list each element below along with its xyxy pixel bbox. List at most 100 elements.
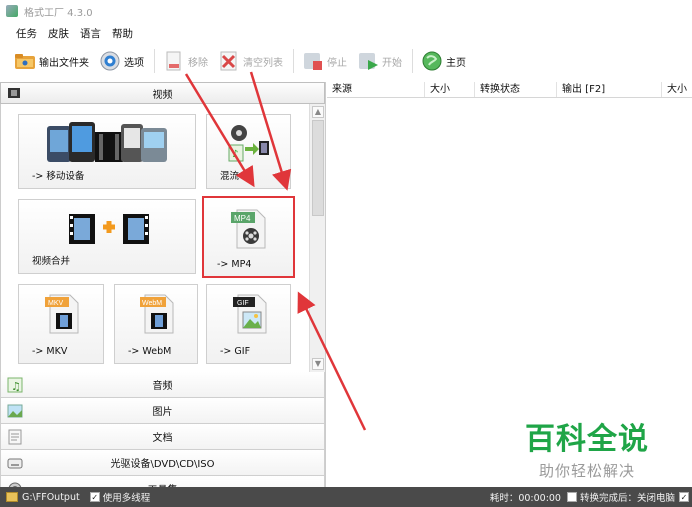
tile-label: 混流: [220, 171, 240, 182]
clear-list-label: 清空列表: [243, 57, 283, 69]
multithread-label: 使用多线程: [102, 493, 151, 504]
tile-mux[interactable]: ♪ 混流: [206, 114, 291, 189]
home-label: 主页: [446, 57, 466, 69]
remove-button[interactable]: 移除: [163, 47, 208, 75]
svg-text:♪: ♪: [232, 149, 238, 160]
extra-checkbox[interactable]: ✓: [679, 492, 689, 502]
multithread-checkbox[interactable]: ✓: [89, 492, 100, 502]
clear-icon: [218, 50, 240, 72]
document-icon: [7, 429, 23, 445]
scroll-up-icon[interactable]: ▲: [312, 106, 324, 118]
mkv-file-icon: MKV: [45, 294, 79, 334]
category-disc-label: 光驱设备\DVD\CD\ISO: [110, 459, 215, 470]
tile-label: -> MP4: [217, 259, 252, 270]
disc-drive-icon: [7, 455, 23, 471]
output-folder-label: 输出文件夹: [39, 57, 89, 69]
col-status[interactable]: 转换状态: [475, 82, 557, 97]
task-list-header: 来源 大小 转换状态 输出 [F2] 大小: [327, 82, 692, 98]
tiles-scrollbar[interactable]: ▲ ▼: [309, 104, 325, 372]
category-image[interactable]: 图片: [0, 398, 325, 424]
svg-text:♫: ♫: [11, 380, 21, 393]
film-icon: [7, 86, 21, 100]
mp4-badge-text: MP4: [234, 214, 251, 223]
category-document[interactable]: 文档: [0, 424, 325, 450]
stop-label: 停止: [327, 57, 347, 69]
music-note-icon: ♫: [7, 377, 23, 393]
tile-mobile-devices[interactable]: -> 移动设备: [18, 114, 196, 189]
menu-language[interactable]: 语言: [80, 26, 101, 41]
mkv-badge-text: MKV: [48, 300, 64, 307]
watermark-title: 百科全说: [525, 422, 649, 457]
home-button[interactable]: 主页: [421, 47, 466, 75]
scroll-down-icon[interactable]: ▼: [312, 358, 324, 370]
col-source[interactable]: 来源: [327, 82, 425, 97]
mobile-devices-icon: [47, 122, 167, 162]
remove-label: 移除: [188, 57, 208, 69]
video-join-icon: [69, 214, 149, 244]
output-folder-button[interactable]: 输出文件夹: [14, 47, 89, 75]
gif-file-icon: GIF: [233, 294, 267, 334]
mux-icon: ♪: [228, 125, 269, 162]
stop-button[interactable]: 停止: [302, 47, 347, 75]
webm-file-icon: WebM: [140, 294, 174, 334]
tile-label: -> MKV: [32, 346, 68, 357]
elapsed-time: 耗时：00:00:00: [489, 493, 561, 504]
tile-video-join[interactable]: 视频合并: [18, 199, 196, 274]
start-button[interactable]: 开始: [357, 47, 402, 75]
tile-webm[interactable]: WebM -> WebM: [114, 284, 198, 364]
category-video-header[interactable]: 视频: [0, 82, 325, 104]
tile-mkv[interactable]: MKV -> MKV: [18, 284, 104, 364]
menu-skin[interactable]: 皮肤: [48, 26, 69, 41]
after-done-checkbox[interactable]: [566, 492, 577, 502]
mp4-file-icon: MP4: [231, 209, 266, 249]
remove-icon: [163, 50, 185, 72]
tile-label: -> WebM: [128, 346, 172, 357]
col-output[interactable]: 输出 [F2]: [557, 82, 662, 97]
window-title: 格式工厂 4.3.0: [24, 7, 93, 19]
tile-label: 视频合并: [32, 256, 71, 267]
globe-home-icon: [421, 50, 443, 72]
category-image-label: 图片: [152, 407, 173, 418]
toolbar: 输出文件夹 选项 移除 清空列表 停止 开始 主页: [0, 45, 692, 77]
title-bar: 格式工厂 4.3.0: [0, 0, 692, 22]
options-label: 选项: [124, 57, 144, 69]
category-audio[interactable]: ♫ 音频: [0, 372, 325, 398]
options-gear-icon: [99, 50, 121, 72]
category-video-label: 视频: [152, 89, 173, 101]
tile-label: -> GIF: [220, 346, 251, 357]
menu-task[interactable]: 任务: [16, 26, 37, 41]
tile-mp4[interactable]: MP4 -> MP4: [202, 196, 295, 278]
picture-icon: [7, 403, 23, 419]
app-icon: [6, 5, 18, 17]
tile-label: -> 移动设备: [32, 171, 85, 182]
col-output-size[interactable]: 大小: [662, 82, 692, 97]
after-done-label: 转换完成后：关闭电脑: [579, 493, 675, 504]
category-document-label: 文档: [152, 433, 173, 444]
start-label: 开始: [382, 57, 402, 69]
category-audio-label: 音频: [152, 381, 173, 392]
video-tiles-area: -> 移动设备 ♪ 混流 视频合并 MP4 -> MP4 MKV -> MKV …: [0, 104, 325, 372]
category-disc[interactable]: 光驱设备\DVD\CD\ISO: [0, 450, 325, 476]
output-path[interactable]: G:\FFOutput: [22, 492, 80, 503]
start-icon: [357, 50, 379, 72]
watermark: 百科全说 助你轻松解决: [517, 414, 657, 481]
toolbar-separator: [412, 49, 413, 73]
toolbar-separator: [154, 49, 155, 73]
webm-badge-text: WebM: [142, 300, 162, 307]
gif-badge-text: GIF: [237, 300, 249, 307]
tile-gif[interactable]: GIF -> GIF: [206, 284, 291, 364]
stop-icon: [302, 50, 324, 72]
menu-bar: 任务 皮肤 语言 帮助: [0, 24, 144, 42]
scroll-thumb[interactable]: [312, 120, 324, 216]
status-bar: G:\FFOutput ✓ 使用多线程 耗时：00:00:00 转换完成后：关闭…: [0, 487, 692, 507]
options-button[interactable]: 选项: [99, 47, 144, 75]
folder-icon: [14, 50, 36, 72]
menu-help[interactable]: 帮助: [112, 26, 133, 41]
col-size[interactable]: 大小: [425, 82, 475, 97]
category-pane: 视频 -> 移动设备 ♪ 混流 视频合并 MP4 -> MP4 MKV -> M…: [0, 82, 326, 502]
clear-list-button[interactable]: 清空列表: [218, 47, 283, 75]
toolbar-separator: [293, 49, 294, 73]
watermark-subtitle: 助你轻松解决: [538, 462, 635, 480]
output-folder-icon: [6, 492, 18, 502]
task-list[interactable]: 来源 大小 转换状态 输出 [F2] 大小 百科全说 助你轻松解决: [327, 82, 692, 487]
